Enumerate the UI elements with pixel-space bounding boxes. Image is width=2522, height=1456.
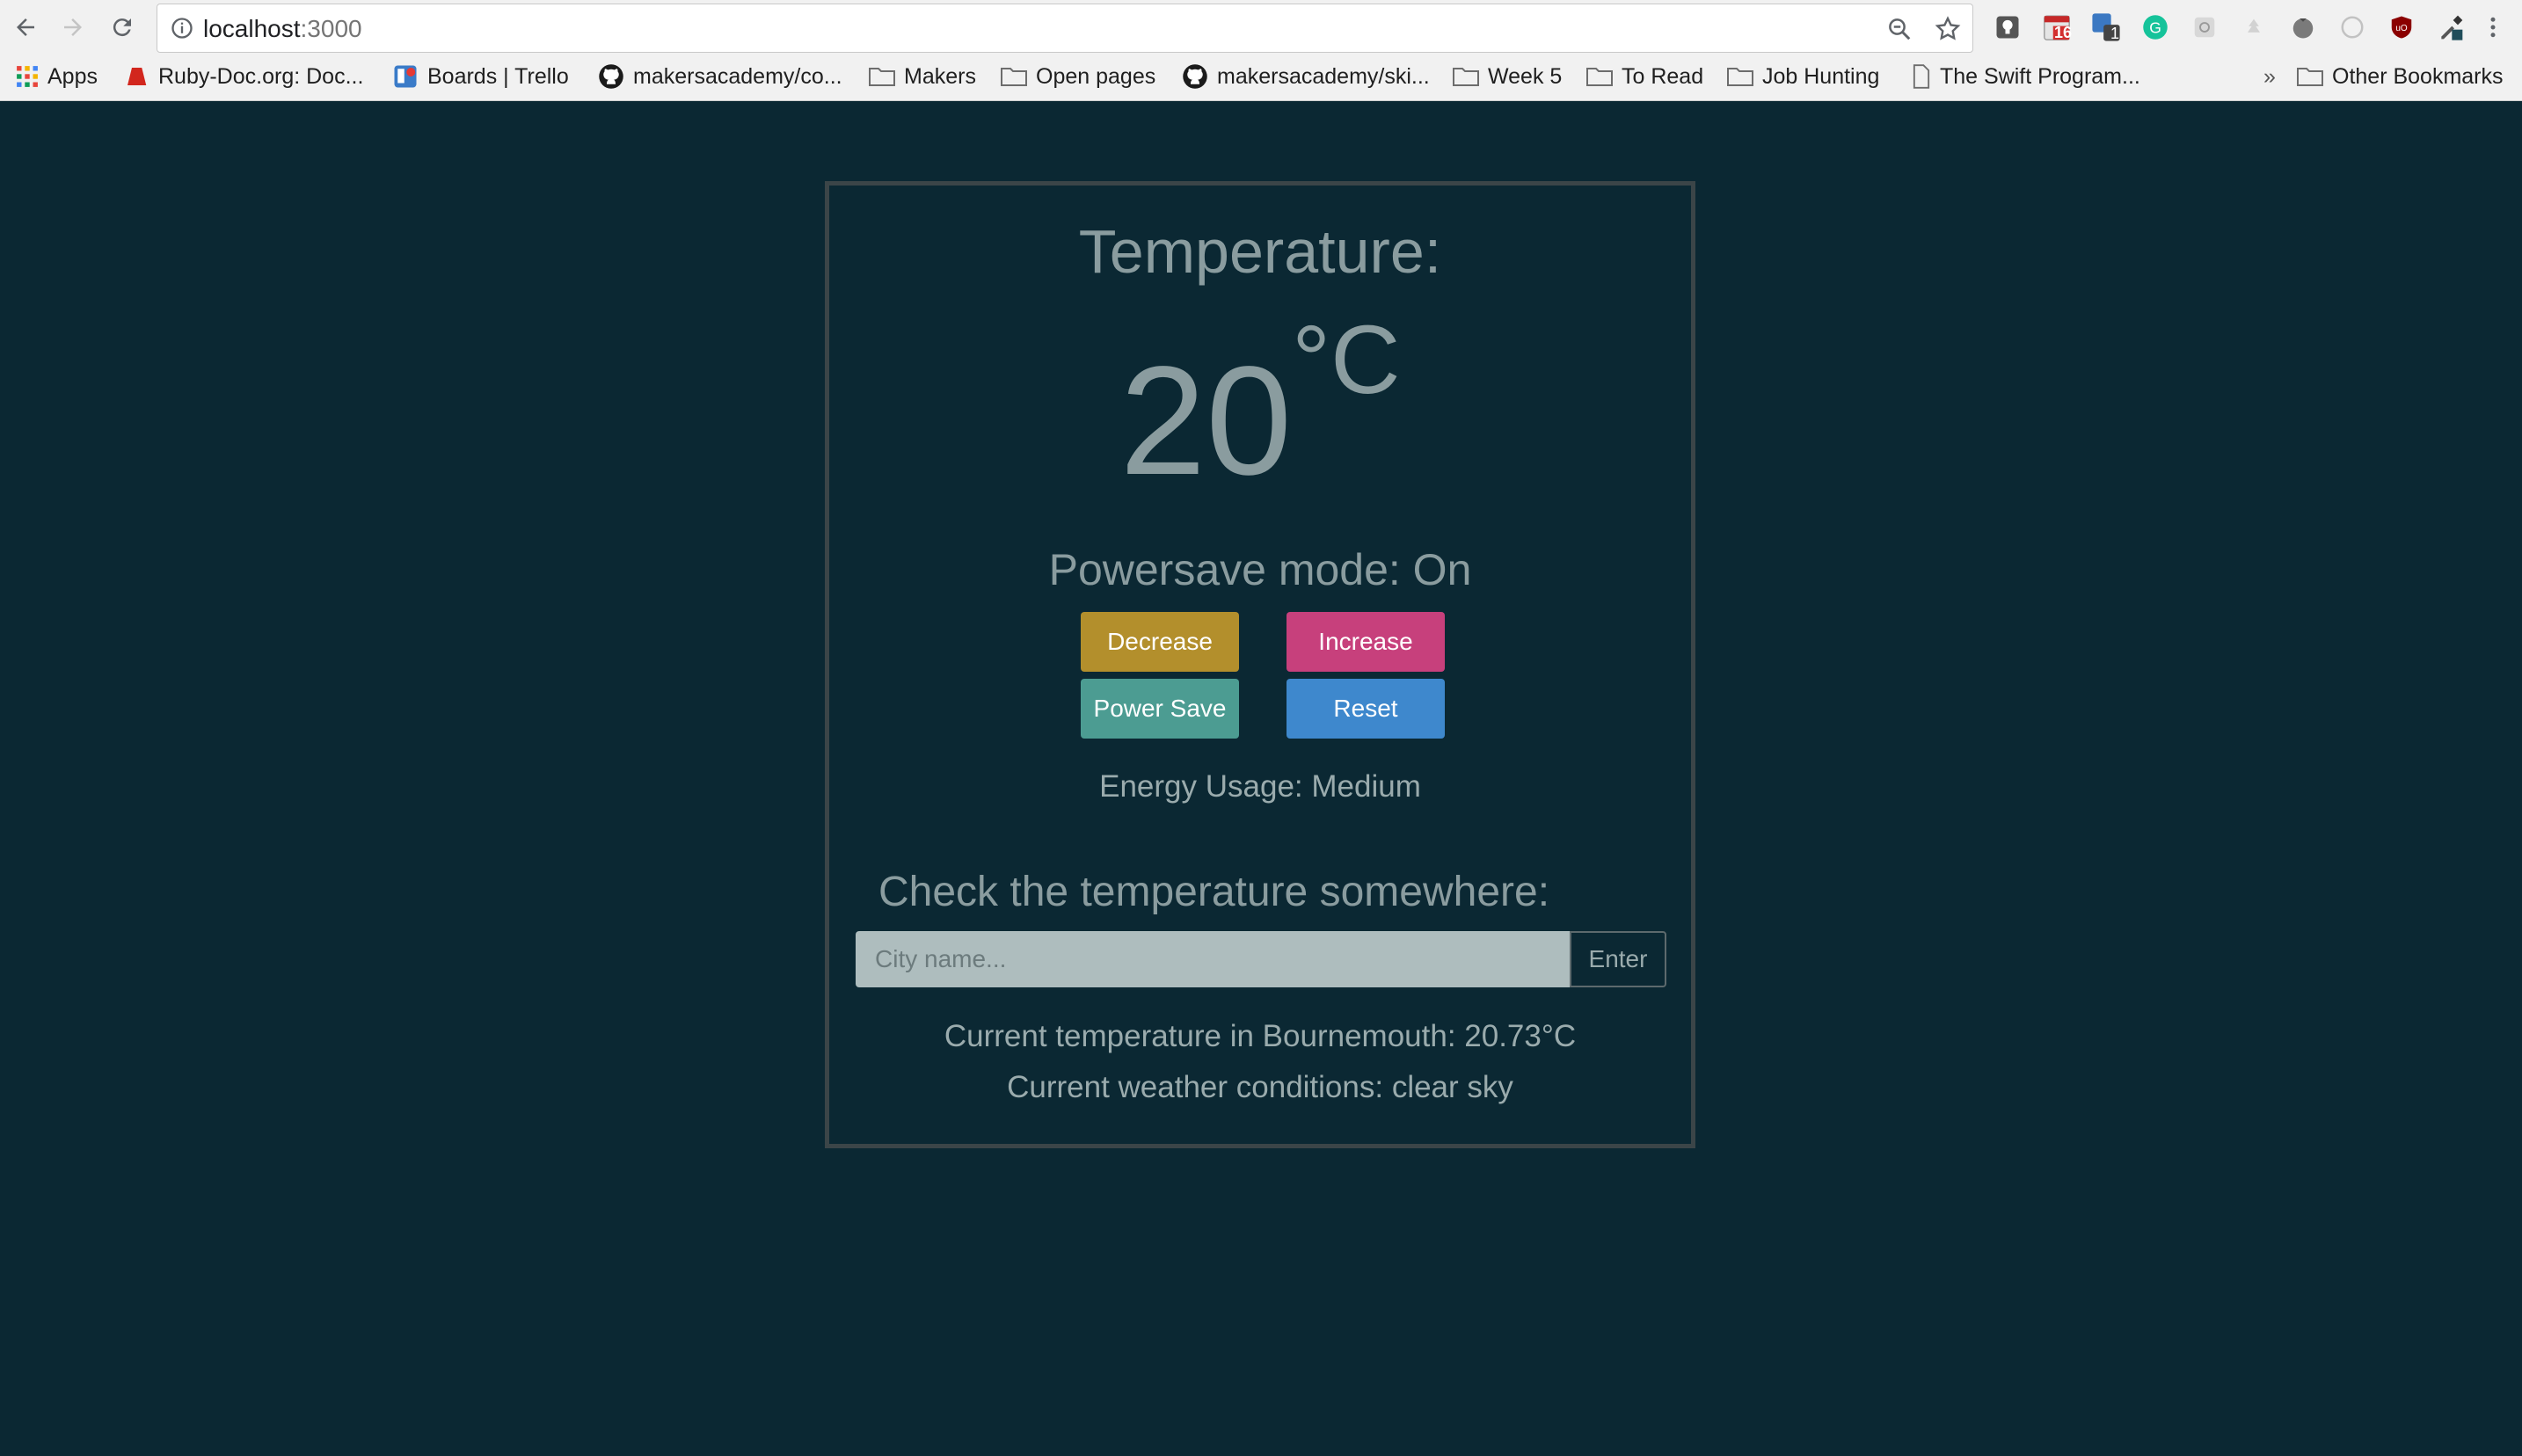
bookmark-label: Boards | Trello bbox=[427, 63, 569, 89]
url-text: localhost:3000 bbox=[203, 15, 362, 42]
powersave-mode-status: Powersave mode: On bbox=[1048, 545, 1472, 594]
extension-calendar[interactable]: 16 bbox=[2042, 12, 2072, 42]
bookmark-label: Job Hunting bbox=[1762, 63, 1880, 89]
weather-conditions-text: Current weather conditions: clear sky bbox=[1007, 1070, 1513, 1104]
power-save-button[interactable]: Power Save bbox=[1081, 679, 1239, 739]
extension-tree[interactable] bbox=[2239, 12, 2269, 42]
bookmark-folder-job-hunting[interactable]: Job Hunting bbox=[1727, 58, 1879, 95]
ruby-icon bbox=[128, 68, 147, 85]
extension-lightbulb[interactable] bbox=[1993, 12, 2023, 42]
extension-circle[interactable] bbox=[2337, 12, 2367, 42]
bookmark-label: Open pages bbox=[1036, 63, 1156, 89]
bookmark-label: makersacademy/co... bbox=[633, 63, 842, 89]
folder-icon bbox=[1453, 68, 1479, 86]
bookmark-label: Ruby-Doc.org: Doc... bbox=[158, 63, 364, 89]
info-icon[interactable] bbox=[170, 16, 194, 40]
folder-icon bbox=[869, 68, 895, 86]
tomato-timer-icon bbox=[2292, 18, 2314, 39]
circle-extension-icon bbox=[2341, 16, 2364, 39]
bookmark-makersacademy-ski[interactable]: makersacademy/ski... bbox=[1182, 58, 1430, 95]
reload-icon bbox=[113, 18, 131, 37]
increase-button[interactable]: Increase bbox=[1287, 612, 1445, 672]
bookmark-apps[interactable]: Apps bbox=[16, 58, 98, 95]
decrease-button[interactable]: Decrease bbox=[1081, 612, 1239, 672]
temperature-unit: °C bbox=[1292, 306, 1401, 414]
bookmark-label: Makers bbox=[904, 63, 976, 89]
city-name-input[interactable] bbox=[856, 931, 1570, 987]
camera-icon bbox=[2194, 17, 2215, 38]
bookmark-label: To Read bbox=[1622, 63, 1704, 89]
reset-button[interactable]: Reset bbox=[1287, 679, 1445, 739]
bookmarks-bar: Apps Ruby-Doc.org: Doc... Boards | Trell… bbox=[0, 58, 2522, 95]
sync-badge: 1 bbox=[2110, 25, 2120, 42]
check-temperature-heading: Check the temperature somewhere: bbox=[878, 869, 1550, 915]
extension-sync[interactable]: 1 bbox=[2091, 12, 2121, 42]
bookmarks-overflow-chevron[interactable]: » bbox=[2263, 58, 2276, 95]
extension-camera[interactable] bbox=[2190, 12, 2220, 42]
apps-grid-icon bbox=[17, 66, 38, 87]
browser-chrome: localhost:3000 16 1 G uO Apps Ruby-Doc.o… bbox=[0, 0, 2522, 101]
reload-button[interactable] bbox=[104, 9, 141, 46]
bookmark-trello[interactable]: Boards | Trello bbox=[392, 58, 569, 95]
extension-eyedropper[interactable] bbox=[2436, 12, 2466, 42]
ublock-shield-icon: uO bbox=[2391, 16, 2412, 39]
address-bar[interactable]: localhost:3000 bbox=[157, 4, 1973, 53]
bookmark-label: Apps bbox=[47, 63, 98, 89]
energy-usage: Energy Usage: Medium bbox=[1099, 769, 1421, 804]
folder-icon bbox=[2297, 68, 2323, 86]
folder-icon bbox=[1727, 68, 1753, 86]
extension-grammarly[interactable]: G bbox=[2140, 12, 2170, 42]
bookmark-label: The Swift Program... bbox=[1940, 63, 2140, 89]
zoom-icon[interactable] bbox=[1886, 16, 1913, 42]
bookmark-label: Week 5 bbox=[1488, 63, 1563, 89]
folder-icon bbox=[1001, 68, 1027, 86]
trello-icon bbox=[394, 65, 417, 88]
bookmark-folder-to-read[interactable]: To Read bbox=[1586, 58, 1703, 95]
bookmark-label: Other Bookmarks bbox=[2332, 63, 2504, 89]
current-temperature-text: Current temperature in Bournemouth: 20.7… bbox=[944, 1019, 1577, 1053]
temperature-display: 20°C bbox=[829, 312, 1691, 499]
lightbulb-icon bbox=[1996, 16, 2019, 39]
enter-button[interactable]: Enter bbox=[1570, 931, 1666, 987]
bookmark-folder-other[interactable]: Other Bookmarks bbox=[2297, 58, 2504, 95]
back-arrow-icon bbox=[17, 18, 34, 36]
bookmark-swift-programming[interactable]: The Swift Program... bbox=[1912, 58, 2140, 95]
bookmark-label: makersacademy/ski... bbox=[1217, 63, 1430, 89]
page-icon bbox=[1913, 64, 1930, 89]
extension-ublock[interactable]: uO bbox=[2387, 12, 2416, 42]
back-button[interactable] bbox=[7, 9, 44, 46]
github-icon bbox=[599, 64, 623, 89]
chevron-icon: » bbox=[2263, 63, 2276, 89]
forward-arrow-icon bbox=[64, 18, 82, 36]
grammarly-icon: G bbox=[2143, 15, 2168, 40]
calendar-badge: 16 bbox=[2054, 24, 2073, 41]
thermostat-panel: Temperature: 20°C Powersave mode: On Dec… bbox=[825, 181, 1695, 1148]
folder-icon bbox=[1586, 68, 1613, 86]
bookmark-folder-week-5[interactable]: Week 5 bbox=[1453, 58, 1562, 95]
forward-button[interactable] bbox=[55, 9, 91, 46]
svg-text:G: G bbox=[2149, 18, 2161, 36]
tree-icon bbox=[2248, 18, 2260, 33]
bookmark-folder-open-pages[interactable]: Open pages bbox=[1001, 58, 1155, 95]
temperature-value: 20 bbox=[1119, 335, 1293, 507]
kebab-menu-icon bbox=[2490, 17, 2496, 38]
bookmark-folder-makers[interactable]: Makers bbox=[869, 58, 976, 95]
bookmark-makersacademy-co[interactable]: makersacademy/co... bbox=[598, 58, 842, 95]
temperature-heading: Temperature: bbox=[1078, 217, 1442, 286]
github-icon bbox=[1183, 64, 1207, 89]
bookmark-ruby-doc[interactable]: Ruby-Doc.org: Doc... bbox=[123, 58, 363, 95]
svg-text:uO: uO bbox=[2395, 24, 2408, 33]
browser-menu-button[interactable] bbox=[2478, 12, 2508, 42]
extension-tomato[interactable] bbox=[2288, 12, 2318, 42]
eyedropper-icon bbox=[2441, 15, 2463, 40]
bookmark-star-icon[interactable] bbox=[1934, 15, 1962, 43]
